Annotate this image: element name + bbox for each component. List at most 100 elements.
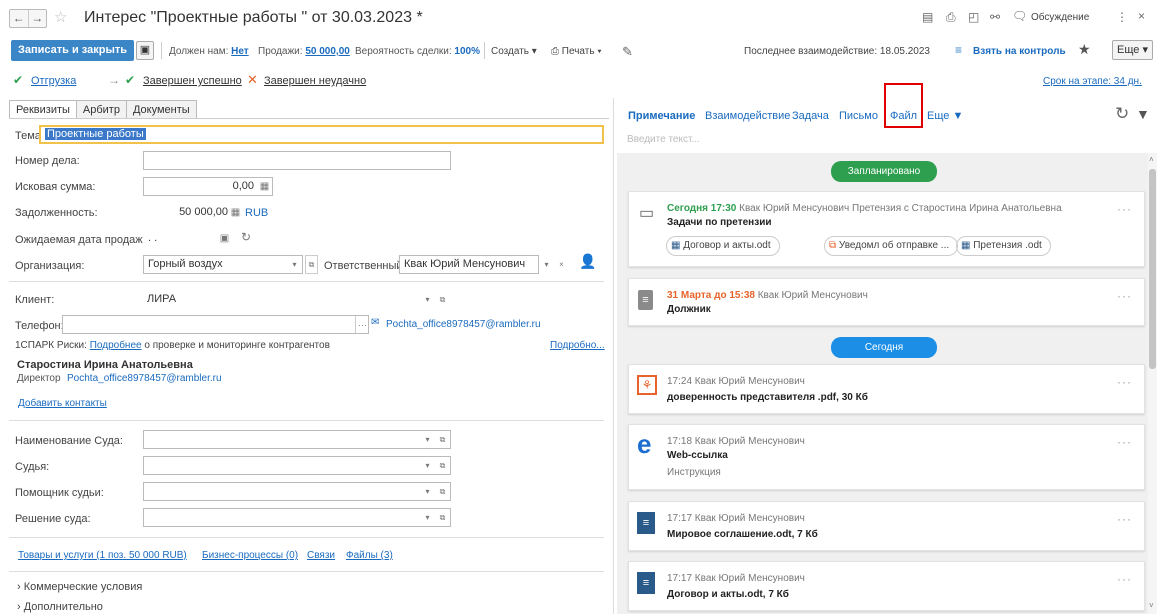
feed-card[interactable]: ≡ 17:17 Квак Юрий Менсунович Договор и а… bbox=[628, 561, 1145, 611]
case-number-input[interactable] bbox=[143, 151, 451, 170]
star-icon[interactable]: ★ bbox=[1078, 41, 1091, 58]
responsible-field[interactable]: Квак Юрий Менсунович bbox=[399, 255, 539, 274]
close-icon[interactable]: × bbox=[1138, 9, 1145, 23]
decision-input[interactable] bbox=[143, 508, 451, 527]
assistant-input[interactable] bbox=[143, 482, 451, 501]
tools-icon[interactable]: ✎ bbox=[622, 44, 633, 60]
discussion-icon[interactable]: 🗨 bbox=[1012, 9, 1027, 23]
topic-input[interactable]: Проектные работы bbox=[39, 125, 604, 144]
tab-interaction[interactable]: Взаимодействие bbox=[705, 110, 790, 122]
preview-icon[interactable]: ◰ bbox=[968, 10, 979, 24]
sales-link[interactable]: 50 000,00 bbox=[305, 46, 350, 57]
court-name-input[interactable] bbox=[143, 430, 451, 449]
phone-input[interactable] bbox=[62, 315, 369, 334]
currency-link[interactable]: RUB bbox=[245, 207, 268, 219]
judge-input[interactable] bbox=[143, 456, 451, 475]
assistant-dropdown-icon[interactable]: ▾ bbox=[421, 483, 434, 500]
link-icon[interactable]: ⚯ bbox=[990, 10, 1000, 24]
phone-select-icon[interactable]: … bbox=[355, 316, 369, 333]
add-contacts-link[interactable]: Добавить контакты bbox=[18, 398, 107, 409]
user-icon[interactable]: 👤 bbox=[579, 253, 596, 270]
tab-file[interactable]: Файл bbox=[890, 110, 917, 122]
save-doc-icon[interactable]: ▤ bbox=[922, 10, 933, 24]
email-link[interactable]: Pochta_office8978457@rambler.ru bbox=[386, 319, 541, 330]
card-menu-icon[interactable]: ··· bbox=[1117, 202, 1132, 216]
goods-link[interactable]: Товары и услуги (1 поз. 50 000 RUB) bbox=[18, 550, 187, 561]
organization-field[interactable]: Горный воздух bbox=[143, 255, 303, 274]
feed-card[interactable]: e 17:18 Квак Юрий Менсунович Web-ссылка … bbox=[628, 424, 1145, 490]
create-menu[interactable]: Создать ▾ bbox=[491, 46, 537, 57]
more-button[interactable]: Еще ▾ bbox=[1112, 40, 1153, 60]
shipment-link[interactable]: Отгрузка bbox=[31, 75, 76, 87]
take-control-button[interactable]: Взять на контроль bbox=[973, 46, 1066, 57]
court-dropdown-icon[interactable]: ▾ bbox=[421, 431, 434, 448]
expected-date-input[interactable]: . . bbox=[143, 229, 218, 248]
discussion-button[interactable]: Обсуждение bbox=[1031, 12, 1089, 23]
spark-details-link[interactable]: Подробнее bbox=[90, 340, 142, 351]
decision-dropdown-icon[interactable]: ▾ bbox=[421, 509, 434, 526]
calculator-icon[interactable]: ▦ bbox=[258, 178, 271, 195]
save-close-button[interactable]: Записать и закрыть bbox=[11, 40, 135, 61]
stage-time-link[interactable]: Срок на этапе: 34 дн. bbox=[1043, 76, 1142, 87]
feed-card[interactable]: ≡ 17:17 Квак Юрий Менсунович Мировое сог… bbox=[628, 501, 1145, 551]
decision-open-icon[interactable]: ⧉ bbox=[436, 509, 449, 526]
card-menu-icon[interactable]: ··· bbox=[1117, 289, 1132, 303]
card-menu-icon[interactable]: ··· bbox=[1117, 375, 1132, 389]
attachment-chip[interactable]: ⧉ Уведомл об отправке ... bbox=[824, 236, 959, 256]
back-icon[interactable]: ← bbox=[10, 10, 28, 27]
judge-open-icon[interactable]: ⧉ bbox=[436, 457, 449, 474]
business-processes-link[interactable]: Бизнес-процессы (0) bbox=[202, 550, 298, 561]
save-icon[interactable]: ▣ bbox=[136, 41, 154, 60]
forward-icon[interactable]: → bbox=[27, 10, 47, 27]
feed-scrollbar[interactable]: ˄ ˅ bbox=[1148, 153, 1157, 614]
attachment-chip[interactable]: ▦ Претензия .odt bbox=[956, 236, 1051, 256]
section-commercial[interactable]: › Коммерческие условия bbox=[17, 581, 142, 593]
print-menu[interactable]: ⎙ Печать ▾ bbox=[551, 46, 602, 57]
resp-clear-icon[interactable]: × bbox=[555, 256, 568, 273]
feed-card[interactable]: ⚘ 17:24 Квак Юрий Менсунович доверенност… bbox=[628, 364, 1145, 414]
card-menu-icon[interactable]: ··· bbox=[1117, 512, 1132, 526]
more-menu-icon[interactable]: ⋮ bbox=[1116, 10, 1128, 24]
favorite-star-icon[interactable]: ☆ bbox=[54, 8, 67, 26]
tab-more[interactable]: Еще ▼ bbox=[927, 110, 963, 122]
client-open-icon[interactable]: ⧉ bbox=[436, 291, 449, 308]
note-input[interactable]: Введите текст... bbox=[627, 131, 1147, 149]
client-dropdown-icon[interactable]: ▾ bbox=[421, 291, 434, 308]
tab-requisites[interactable]: Реквизиты bbox=[9, 100, 77, 119]
tab-letter[interactable]: Письмо bbox=[839, 110, 878, 122]
tab-arbiter[interactable]: Арбитр bbox=[75, 100, 127, 119]
print-icon[interactable]: ⎙ bbox=[946, 10, 956, 25]
judge-dropdown-icon[interactable]: ▾ bbox=[421, 457, 434, 474]
attachment-chip[interactable]: ▦ Договор и акты.odt bbox=[666, 236, 780, 256]
scroll-down-icon[interactable]: ˅ bbox=[1149, 601, 1154, 610]
success-link[interactable]: Завершен успешно bbox=[143, 75, 242, 87]
card-menu-icon[interactable]: ··· bbox=[1117, 435, 1132, 449]
org-open-icon[interactable]: ⧉ bbox=[305, 255, 318, 274]
debt-calculator-icon[interactable]: ▦ bbox=[229, 204, 242, 221]
fail-link[interactable]: Завершен неудачно bbox=[264, 75, 366, 87]
files-link[interactable]: Файлы (3) bbox=[346, 550, 393, 561]
scroll-up-icon[interactable]: ˄ bbox=[1149, 155, 1154, 164]
owed-link[interactable]: Нет bbox=[231, 46, 249, 57]
tab-documents[interactable]: Документы bbox=[125, 100, 197, 119]
client-field[interactable]: ЛИРА bbox=[143, 290, 413, 309]
claim-amount-input[interactable]: 0,00 bbox=[143, 177, 273, 196]
scrollbar-thumb[interactable] bbox=[1149, 169, 1156, 369]
refresh-date-icon[interactable]: ↻ bbox=[241, 230, 251, 244]
filter-icon[interactable]: ▼ bbox=[1136, 106, 1150, 122]
court-open-icon[interactable]: ⧉ bbox=[436, 431, 449, 448]
card-menu-icon[interactable]: ··· bbox=[1117, 572, 1132, 586]
resp-dropdown-icon[interactable]: ▾ bbox=[540, 256, 553, 273]
feed-card[interactable]: ≡ 31 Марта до 15:38 Квак Юрий Менсунович… bbox=[628, 278, 1145, 326]
contact-email-link[interactable]: Pochta_office8978457@rambler.ru bbox=[67, 373, 222, 384]
links-link[interactable]: Связи bbox=[307, 550, 335, 561]
refresh-icon[interactable]: ↻ bbox=[1115, 104, 1129, 124]
org-dropdown-icon[interactable]: ▾ bbox=[288, 256, 301, 273]
spark-more-link[interactable]: Подробно... bbox=[550, 340, 605, 351]
feed-card[interactable]: ▭ Сегодня 17:30 Квак Юрий Менсунович Пре… bbox=[628, 191, 1145, 267]
tab-note[interactable]: Примечание bbox=[628, 110, 695, 122]
tab-task[interactable]: Задача bbox=[792, 110, 829, 122]
calendar-icon[interactable]: ▣ bbox=[218, 230, 231, 247]
assistant-open-icon[interactable]: ⧉ bbox=[436, 483, 449, 500]
section-additional[interactable]: › Дополнительно bbox=[17, 601, 103, 613]
